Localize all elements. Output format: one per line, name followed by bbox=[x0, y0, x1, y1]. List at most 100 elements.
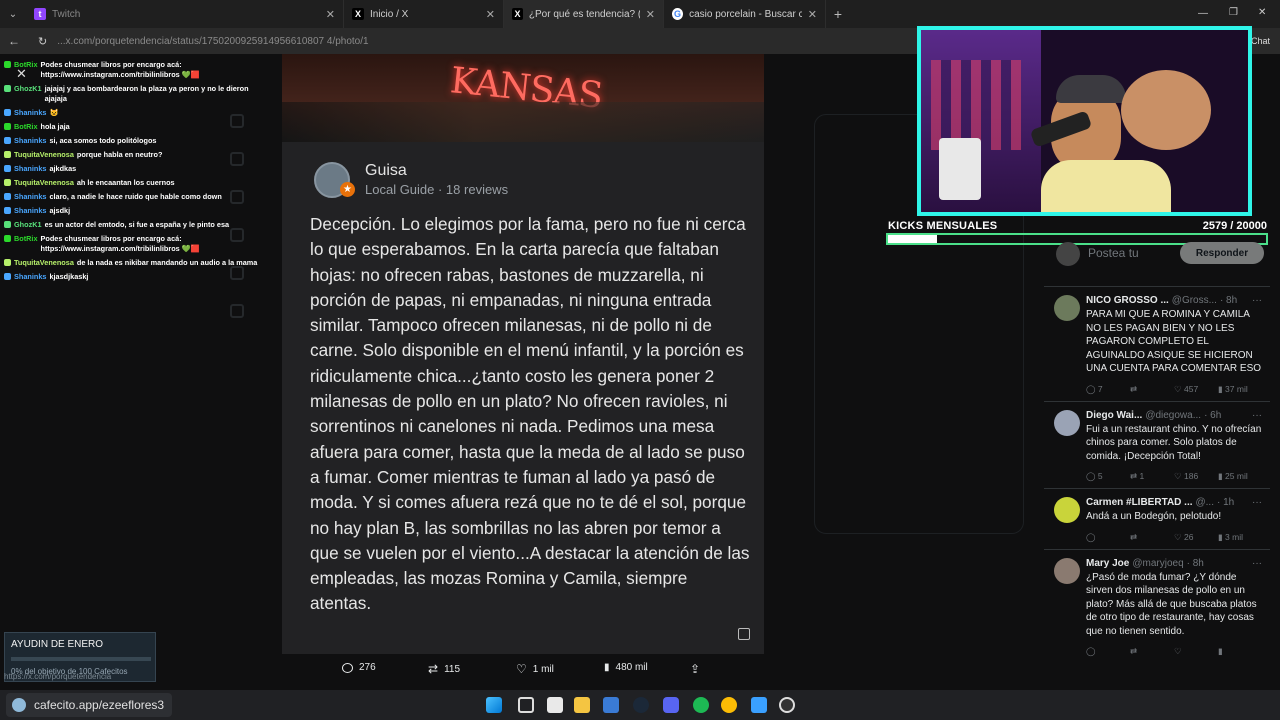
repost-count[interactable]: ⇄ 1 bbox=[1130, 471, 1174, 482]
repost-button[interactable]: ⇄ 115 bbox=[428, 662, 460, 676]
chat-username[interactable]: TuquitaVenenosa bbox=[14, 258, 74, 268]
reply-tweet[interactable]: Carmen #LIBERTAD ... @... · 1h ··· Andá a un… bbox=[1044, 488, 1270, 549]
reply-input[interactable]: Postea tu bbox=[1088, 246, 1139, 260]
google-icon: G bbox=[672, 8, 684, 20]
reply-count[interactable]: ◯ 5 bbox=[1086, 471, 1130, 482]
app-icon[interactable] bbox=[603, 697, 619, 713]
cafecito-chip: cafecito.app/ezeeflores3 bbox=[6, 693, 172, 717]
tweet-avatar[interactable] bbox=[1054, 409, 1080, 436]
steam-icon[interactable] bbox=[633, 697, 649, 713]
url-field[interactable]: ...x.com/porquetendencia/status/17502009… bbox=[57, 36, 557, 47]
file-explorer-icon[interactable] bbox=[547, 697, 563, 713]
chat-username[interactable]: Shaninks bbox=[14, 192, 46, 202]
tweet-avatar[interactable] bbox=[1054, 557, 1080, 584]
chat-username[interactable]: BotRix bbox=[14, 122, 38, 132]
reply-count[interactable]: ◯ 7 bbox=[1086, 384, 1130, 395]
spotify-icon[interactable] bbox=[693, 697, 709, 713]
expand-icon[interactable] bbox=[738, 628, 750, 640]
close-tab-icon[interactable]: ✕ bbox=[646, 8, 655, 21]
chat-username[interactable]: BotRix bbox=[14, 60, 38, 80]
restore-window-icon[interactable]: ❐ bbox=[1229, 7, 1238, 18]
obs-icon[interactable] bbox=[779, 697, 795, 713]
tweet-author[interactable]: NICO GROSSO ... bbox=[1086, 295, 1169, 306]
tweet-author[interactable]: Diego Wai... bbox=[1086, 410, 1142, 421]
tab-list-button[interactable]: ⌄ bbox=[0, 0, 26, 28]
like-count[interactable]: ♡ 457 bbox=[1174, 384, 1218, 395]
reload-icon[interactable]: ↻ bbox=[38, 35, 47, 48]
like-button[interactable]: ♡ 1 mil bbox=[516, 662, 554, 676]
close-tab-icon[interactable]: ✕ bbox=[326, 8, 335, 21]
chat-message: BotRix hola jaja bbox=[0, 120, 262, 134]
view-count[interactable]: ▮ 37 mil bbox=[1218, 384, 1262, 395]
tab-porque-tendencia[interactable]: X ¿Por qué es tendencia? (@porque ✕ bbox=[504, 0, 664, 28]
reply-count[interactable]: ◯ bbox=[1086, 646, 1130, 657]
reply-tweet[interactable]: Mary Joe @maryjoeq · 8h ··· ¿Pasó de moda fu… bbox=[1044, 548, 1270, 664]
discord-icon[interactable] bbox=[663, 697, 679, 713]
task-view-icon[interactable] bbox=[518, 697, 534, 713]
chat-badge-icon bbox=[4, 137, 11, 144]
like-count[interactable]: ♡ bbox=[1174, 646, 1218, 657]
x-logo-icon: X bbox=[352, 8, 364, 20]
more-icon[interactable]: ··· bbox=[1252, 558, 1262, 569]
repost-count[interactable]: ⇄ bbox=[1130, 646, 1174, 657]
heart-icon: ♡ bbox=[516, 662, 527, 676]
view-count[interactable]: ▮ 25 mil bbox=[1218, 471, 1262, 482]
more-icon[interactable]: ··· bbox=[1252, 497, 1262, 508]
reply-button[interactable]: Responder bbox=[1180, 242, 1264, 264]
reply-button[interactable]: 276 bbox=[342, 662, 376, 673]
back-arrow-icon[interactable]: ← bbox=[8, 34, 20, 48]
x-logo-icon: X bbox=[512, 8, 523, 20]
repost-count[interactable]: ⇄ bbox=[1130, 532, 1174, 543]
chat-username[interactable]: Shaninks bbox=[14, 108, 46, 118]
tweet-stats: ◯ ⇄ ♡ ▮ bbox=[1086, 646, 1262, 657]
tab-google-search[interactable]: G casio porcelain - Buscar con Goog ✕ bbox=[664, 0, 826, 28]
chat-username[interactable]: GhozK1 bbox=[14, 220, 42, 230]
chat-badge-icon bbox=[4, 123, 11, 130]
tweet-time: · 8h bbox=[1186, 557, 1204, 569]
tab-inicio-x[interactable]: X Inicio / X ✕ bbox=[344, 0, 504, 28]
reply-count[interactable]: ◯ bbox=[1086, 532, 1130, 543]
minimize-window-icon[interactable]: — bbox=[1198, 8, 1208, 19]
app-icon[interactable] bbox=[751, 697, 767, 713]
like-count[interactable]: ♡ 26 bbox=[1174, 532, 1218, 543]
reviewer-meta: Local Guide · 18 reviews bbox=[365, 182, 509, 197]
tweet-text: Andá a un Bodegón, pelotudo! bbox=[1086, 511, 1222, 522]
restaurant-photo: KANSAS bbox=[282, 54, 764, 142]
view-count[interactable]: ▮ 3 mil bbox=[1218, 532, 1262, 543]
views-button[interactable]: ▮ 480 mil bbox=[604, 662, 648, 673]
tweet-author[interactable]: Mary Joe bbox=[1086, 558, 1129, 569]
tweet-author[interactable]: Carmen #LIBERTAD ... bbox=[1086, 497, 1193, 508]
tweet-header: Diego Wai... @diegowa... · 6h ··· bbox=[1086, 410, 1262, 421]
reply-icon bbox=[342, 662, 353, 673]
like-count[interactable]: ♡ 186 bbox=[1174, 471, 1218, 482]
share-button[interactable]: ⇪ bbox=[690, 662, 700, 676]
chat-username[interactable]: Shaninks bbox=[14, 136, 46, 146]
folder-icon[interactable] bbox=[574, 697, 590, 713]
tab-twitch[interactable]: t Twitch ✕ bbox=[26, 0, 344, 28]
chat-toggle-label[interactable]: Chat bbox=[1251, 36, 1270, 46]
reply-tweet[interactable]: Diego Wai... @diegowa... · 6h ··· Fui a un r… bbox=[1044, 400, 1270, 489]
chat-username[interactable]: GhozK1 bbox=[14, 84, 42, 104]
chat-username[interactable]: TuquitaVenenosa bbox=[14, 178, 74, 188]
close-tab-icon[interactable]: ✕ bbox=[808, 8, 817, 21]
chrome-icon[interactable] bbox=[721, 697, 737, 713]
close-tab-icon[interactable]: ✕ bbox=[486, 8, 495, 21]
more-icon[interactable]: ··· bbox=[1252, 410, 1262, 421]
more-icon[interactable]: ··· bbox=[1252, 295, 1262, 306]
chat-username[interactable]: Shaninks bbox=[14, 206, 46, 216]
repost-count[interactable]: ⇄ bbox=[1130, 384, 1174, 395]
tweet-handle: @diegowa... bbox=[1145, 409, 1202, 421]
view-count[interactable]: ▮ bbox=[1218, 646, 1262, 657]
tweet-avatar[interactable] bbox=[1054, 295, 1080, 321]
close-window-icon[interactable]: ✕ bbox=[1258, 7, 1266, 18]
chat-username[interactable]: BotRix bbox=[14, 234, 38, 254]
new-tab-button[interactable]: + bbox=[826, 6, 850, 22]
reply-tweet[interactable]: NICO GROSSO ... @Gross... · 8h ··· PARA MI Q… bbox=[1044, 286, 1270, 401]
windows-taskbar: cafecito.app/ezeeflores3 bbox=[0, 690, 1280, 720]
chat-username[interactable]: Shaninks bbox=[14, 272, 46, 282]
cafecito-icon bbox=[12, 698, 26, 712]
chat-username[interactable]: Shaninks bbox=[14, 164, 46, 174]
tweet-avatar[interactable] bbox=[1054, 497, 1080, 523]
windows-start-icon[interactable] bbox=[486, 697, 502, 713]
chat-username[interactable]: TuquitaVenenosa bbox=[14, 150, 74, 160]
